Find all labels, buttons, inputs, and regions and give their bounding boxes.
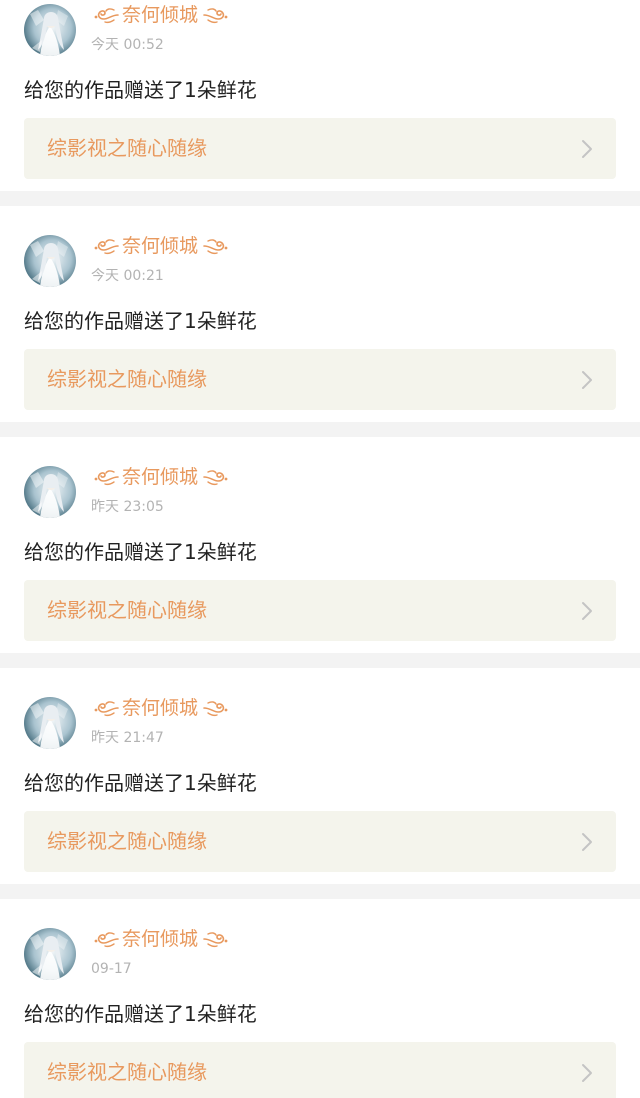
user-name-row[interactable]: 奈何倾城 (92, 233, 230, 259)
chevron-right-icon (581, 832, 593, 856)
user-name[interactable]: 奈何倾城 (122, 2, 198, 28)
chevron-right-icon (581, 139, 593, 163)
avatar[interactable] (24, 4, 76, 56)
user-name-row[interactable]: 奈何倾城 (92, 2, 230, 28)
swirl-ornament-icon (202, 697, 230, 719)
swirl-ornament-icon (202, 4, 230, 26)
swirl-ornament-icon (202, 466, 230, 488)
work-title: 综影视之随心随缘 (47, 598, 207, 622)
user-name[interactable]: 奈何倾城 (122, 464, 198, 490)
timestamp: 昨天 23:05 (91, 499, 164, 515)
work-link[interactable]: 综影视之随心随缘 (24, 349, 616, 410)
swirl-ornament-icon (92, 4, 120, 26)
user-name-row[interactable]: 奈何倾城 (92, 926, 230, 952)
notification-card: 奈何倾城 昨天 21:47 给您的作品赠送了1朵鲜花 综影视之随心随缘 (0, 668, 640, 884)
notification-card: 奈何倾城 09-17 给您的作品赠送了1朵鲜花 综影视之随心随缘 (0, 899, 640, 1098)
swirl-ornament-icon (202, 928, 230, 950)
message-text: 给您的作品赠送了1朵鲜花 (24, 1002, 257, 1026)
work-title: 综影视之随心随缘 (47, 367, 207, 391)
message-text: 给您的作品赠送了1朵鲜花 (24, 78, 257, 102)
user-name[interactable]: 奈何倾城 (122, 695, 198, 721)
notification-list: 奈何倾城 今天 00:52 给您的作品赠送了1朵鲜花 综影视之随心随缘 奈何倾城… (0, 0, 640, 1098)
avatar[interactable] (24, 235, 76, 287)
work-title: 综影视之随心随缘 (47, 1060, 207, 1084)
user-name[interactable]: 奈何倾城 (122, 233, 198, 259)
work-link[interactable]: 综影视之随心随缘 (24, 811, 616, 872)
swirl-ornament-icon (92, 928, 120, 950)
work-link[interactable]: 综影视之随心随缘 (24, 118, 616, 179)
message-text: 给您的作品赠送了1朵鲜花 (24, 540, 257, 564)
chevron-right-icon (581, 370, 593, 394)
notification-card: 奈何倾城 今天 00:52 给您的作品赠送了1朵鲜花 综影视之随心随缘 (0, 0, 640, 191)
swirl-ornament-icon (92, 235, 120, 257)
work-title: 综影视之随心随缘 (47, 829, 207, 853)
timestamp: 09-17 (91, 961, 132, 977)
user-name-row[interactable]: 奈何倾城 (92, 695, 230, 721)
notification-card: 奈何倾城 昨天 23:05 给您的作品赠送了1朵鲜花 综影视之随心随缘 (0, 437, 640, 653)
notification-card: 奈何倾城 今天 00:21 给您的作品赠送了1朵鲜花 综影视之随心随缘 (0, 206, 640, 422)
message-text: 给您的作品赠送了1朵鲜花 (24, 771, 257, 795)
work-link[interactable]: 综影视之随心随缘 (24, 580, 616, 641)
work-link[interactable]: 综影视之随心随缘 (24, 1042, 616, 1098)
swirl-ornament-icon (92, 466, 120, 488)
user-name-row[interactable]: 奈何倾城 (92, 464, 230, 490)
message-text: 给您的作品赠送了1朵鲜花 (24, 309, 257, 333)
timestamp: 今天 00:52 (91, 37, 164, 53)
work-title: 综影视之随心随缘 (47, 136, 207, 160)
timestamp: 昨天 21:47 (91, 730, 164, 746)
swirl-ornament-icon (92, 697, 120, 719)
avatar[interactable] (24, 697, 76, 749)
avatar[interactable] (24, 466, 76, 518)
swirl-ornament-icon (202, 235, 230, 257)
user-name[interactable]: 奈何倾城 (122, 926, 198, 952)
chevron-right-icon (581, 601, 593, 625)
chevron-right-icon (581, 1063, 593, 1087)
avatar[interactable] (24, 928, 76, 980)
timestamp: 今天 00:21 (91, 268, 164, 284)
